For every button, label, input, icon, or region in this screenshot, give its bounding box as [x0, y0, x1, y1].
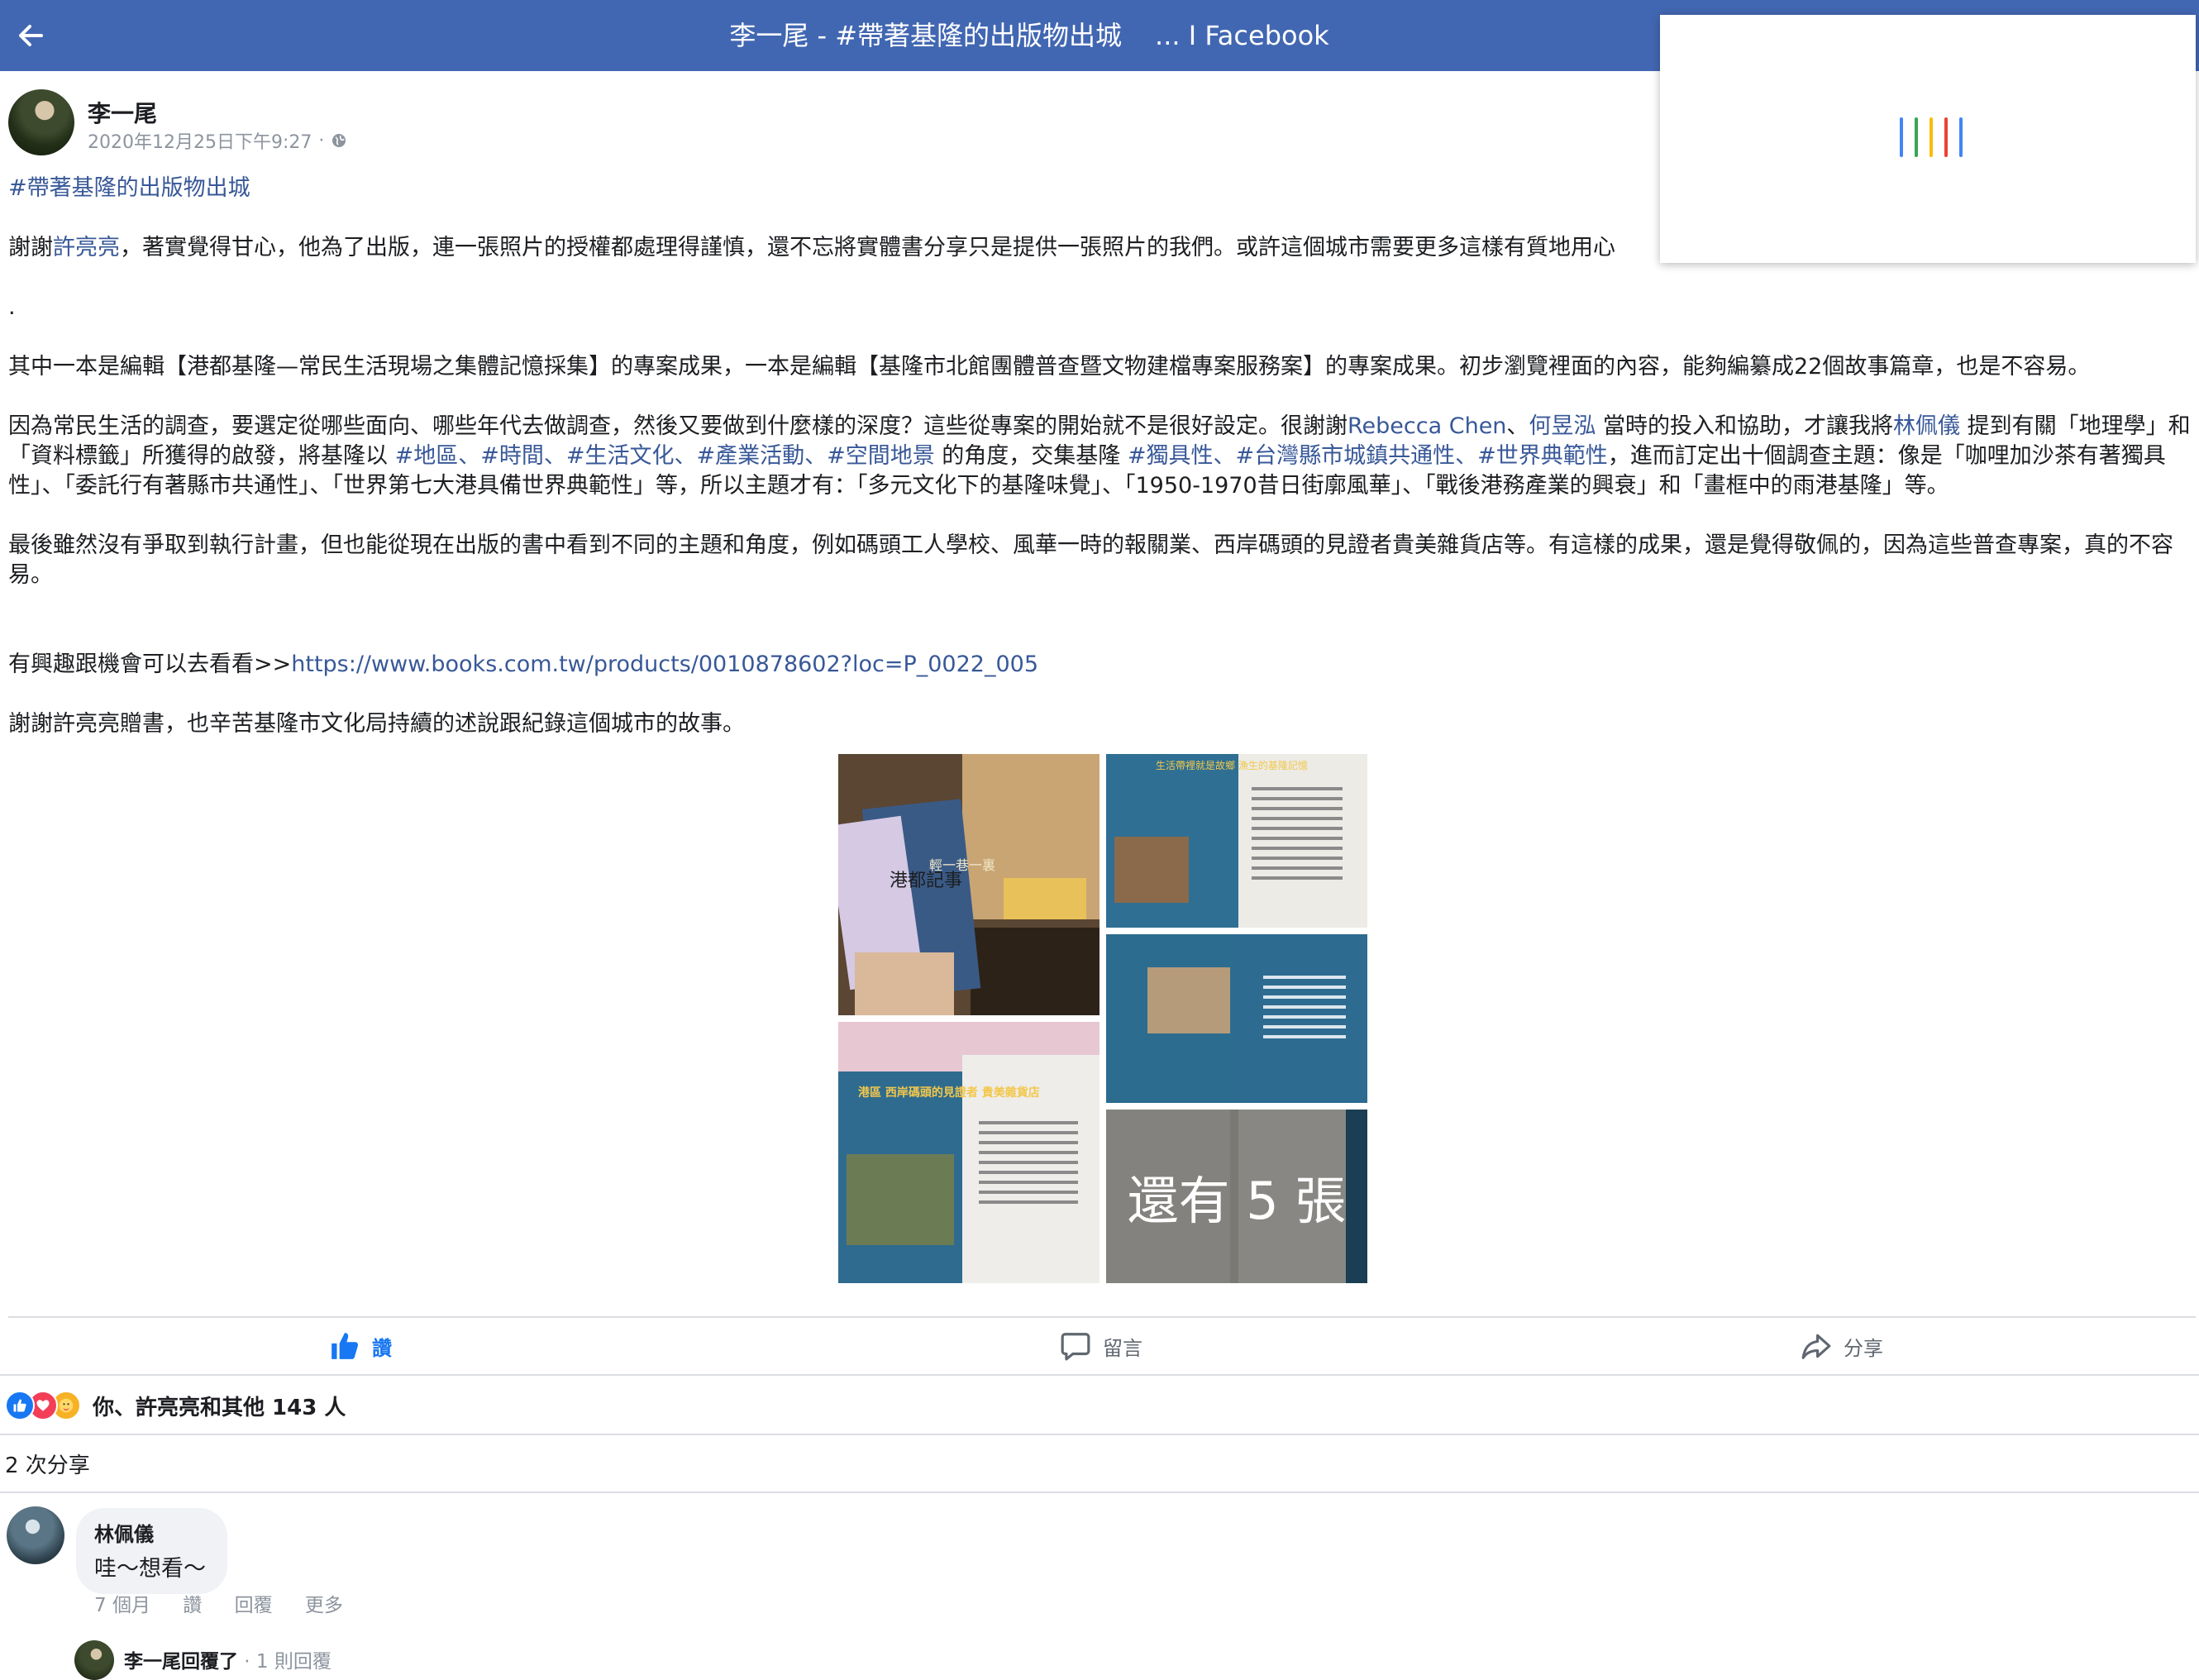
author-name[interactable]: 李一尾: [88, 96, 157, 129]
like-label: 讚: [372, 1336, 392, 1360]
comment-time[interactable]: 7 個月: [94, 1595, 150, 1616]
dot-line: .: [8, 294, 16, 320]
loader-bar: [1959, 117, 1963, 157]
comment-bubble-icon: [1061, 1333, 1090, 1361]
comment-text: 哇～想看～: [94, 1556, 206, 1582]
meta-separator: ·: [318, 130, 325, 151]
photo-4-image: 港區 西岸碼頭的見證者 貴美雜貨店: [838, 1022, 1100, 1283]
loading-spinner-icon: [1900, 117, 1966, 157]
p3-text: 的角度，交集基隆: [934, 443, 1128, 469]
comment-author[interactable]: 林佩儀: [94, 1518, 206, 1547]
p1-pre: 謝謝: [8, 235, 53, 260]
hashtag-link[interactable]: #台灣縣市城鎮共通性: [1236, 443, 1456, 469]
more-photos-overlay[interactable]: 還有 5 張: [1106, 1110, 1367, 1283]
page2-title-text: 港區 西岸碼頭的見證者 貴美雜貨店: [858, 1086, 1040, 1100]
photo-5-more[interactable]: 還有 5 張: [1106, 1110, 1367, 1283]
mention-rebecca-chen[interactable]: Rebecca Chen: [1348, 413, 1506, 439]
comment-reply-link[interactable]: 回覆: [235, 1595, 273, 1616]
book-cover-text: 港都記事: [890, 871, 962, 891]
hashtag-link[interactable]: #空間地景: [827, 443, 935, 469]
books-url-link[interactable]: https://www.books.com.tw/products/001087…: [291, 651, 1038, 677]
photo-3[interactable]: [1106, 934, 1367, 1103]
reply-author: 李一尾回覆了: [124, 1651, 238, 1673]
comment-like-link[interactable]: 讚: [183, 1595, 202, 1616]
hashtag-link[interactable]: #世界典範性: [1477, 443, 1608, 469]
back-arrow-icon: [19, 25, 43, 46]
paragraph-4: 最後雖然沒有爭取到執行計畫，但也能從現在出版的書中看到不同的主題和角度，例如碼頭…: [8, 532, 2173, 588]
hashtag-sep: 、: [543, 443, 566, 469]
loading-popup: [1660, 15, 2196, 263]
comment-more-link[interactable]: 更多: [305, 1595, 343, 1616]
share-label: 分享: [1844, 1336, 1883, 1360]
hashtag-heading[interactable]: #帶著基隆的出版物出城: [8, 175, 250, 201]
commenter-avatar[interactable]: [7, 1506, 64, 1564]
page-title-left: 李一尾 - #帶著基隆的出版物出城: [729, 20, 1123, 51]
paragraph-2: 其中一本是編輯【港都基隆—常民生活現場之集體記憶採集】的專案成果，一本是編輯【基…: [8, 354, 2091, 379]
view-replies-link[interactable]: 李一尾回覆了 · 1 則回覆: [124, 1645, 332, 1673]
loader-bar: [1915, 117, 1918, 157]
hashtag-link[interactable]: #獨具性: [1128, 443, 1214, 469]
reactions-text: 你、許亮亮和其他 143 人: [93, 1395, 346, 1420]
p3-text: 、: [1506, 413, 1529, 439]
page-title-right: ... I Facebook: [1155, 20, 1329, 51]
reactions-summary[interactable]: 你、許亮亮和其他 143 人: [5, 1389, 346, 1422]
back-button[interactable]: [10, 15, 51, 56]
mention-he-yuhong[interactable]: 何昱泓: [1529, 413, 1596, 439]
loader-bar: [1900, 117, 1903, 157]
photo-3-image: [1106, 934, 1367, 1103]
paragraph-6: 謝謝許亮亮贈書，也辛苦基隆市文化局持續的述說跟紀錄這個城市的故事。: [8, 711, 745, 737]
reply-author-avatar: [74, 1640, 114, 1680]
photo-gallery: 港都記事 輕一巷一裏 生活帶裡就是故鄉 漁生的基隆記憶 港區 西岸碼頭的見證者 …: [838, 754, 1367, 1283]
post-meta: 2020年12月25日下午9:27 ·: [88, 127, 347, 154]
comment-actions: 7 個月 讚 回覆 更多: [94, 1589, 370, 1617]
paragraph-1: 謝謝許亮亮，著實覺得甘心，他為了出版，連一張照片的授權都處理得謹慎，還不忘將實體…: [8, 233, 1662, 263]
page-title: 李一尾 - #帶著基隆的出版物出城 ... I Facebook: [579, 0, 1480, 71]
comment-bubble: 林佩儀 哇～想看～: [76, 1508, 227, 1594]
globe-icon: [332, 134, 346, 147]
hashtag-sep: 、: [458, 443, 481, 469]
shares-divider: [0, 1491, 2199, 1493]
hashtag-sep: 、: [804, 443, 828, 469]
mention-lin-peiyi[interactable]: 林佩儀: [1893, 413, 1960, 439]
post-timestamp[interactable]: 2020年12月25日下午9:27: [88, 127, 312, 154]
p3-text: 因為常民生活的調查，要選定從哪些面向、哪些年代去做調查，然後又要做到什麼樣的深度…: [8, 413, 1348, 439]
author-avatar[interactable]: [8, 89, 74, 155]
mention-xu-liangliang[interactable]: 許亮亮: [53, 235, 120, 260]
photo-1-image: 港都記事 輕一巷一裏: [838, 754, 1100, 1015]
paragraph-3: 因為常民生活的調查，要選定從哪些面向、哪些年代去做調查，然後又要做到什麼樣的深度…: [8, 412, 2191, 501]
hashtag-sep: 、: [674, 443, 697, 469]
thumbs-up-icon: [332, 1333, 359, 1359]
action-divider-bottom: [0, 1374, 2199, 1376]
comment-button[interactable]: 留言: [1060, 1324, 1142, 1367]
reply-count: · 1 則回覆: [238, 1651, 332, 1673]
like-button[interactable]: 讚: [329, 1324, 392, 1367]
p1-post: ，著實覺得甘心，他為了出版，連一張照片的授權都處理得謹慎，還不忘將實體書分享只是…: [120, 235, 1615, 260]
hashtag-sep: 、: [1455, 443, 1478, 469]
photo-2[interactable]: 生活帶裡就是故鄉 漁生的基隆記憶: [1106, 754, 1367, 928]
action-divider-top: [8, 1316, 2196, 1318]
reactions-divider: [0, 1434, 2199, 1435]
paragraph-5: 有興趣跟機會可以去看看>>https://www.books.com.tw/pr…: [8, 650, 2191, 680]
hashtag-link[interactable]: #時間: [480, 443, 544, 469]
p5-pre: 有興趣跟機會可以去看看>>: [8, 651, 292, 677]
comment-label: 留言: [1103, 1336, 1142, 1360]
photo-1[interactable]: 港都記事 輕一巷一裏: [838, 754, 1100, 1015]
shares-count[interactable]: 2 次分享: [5, 1449, 90, 1479]
hashtag-link[interactable]: #生活文化: [566, 443, 675, 469]
p3-text: 當時的投入和協助，才讓我將: [1596, 413, 1894, 439]
page-title-text: 生活帶裡就是故鄉 漁生的基隆記憶: [1156, 759, 1308, 771]
book-cover-text-2: 輕一巷一裏: [929, 857, 995, 873]
like-reaction-icon: [5, 1391, 35, 1420]
hashtag-link[interactable]: #地區: [395, 443, 459, 469]
loader-bar: [1929, 117, 1933, 157]
share-button[interactable]: 分享: [1801, 1324, 1883, 1367]
hashtag-sep: 、: [1213, 443, 1236, 469]
loader-bar: [1944, 117, 1948, 157]
photo-4[interactable]: 港區 西岸碼頭的見證者 貴美雜貨店: [838, 1022, 1100, 1283]
photo-2-image: 生活帶裡就是故鄉 漁生的基隆記憶: [1106, 754, 1367, 928]
hashtag-link[interactable]: #產業活動: [696, 443, 804, 469]
share-arrow-icon: [1801, 1334, 1831, 1359]
